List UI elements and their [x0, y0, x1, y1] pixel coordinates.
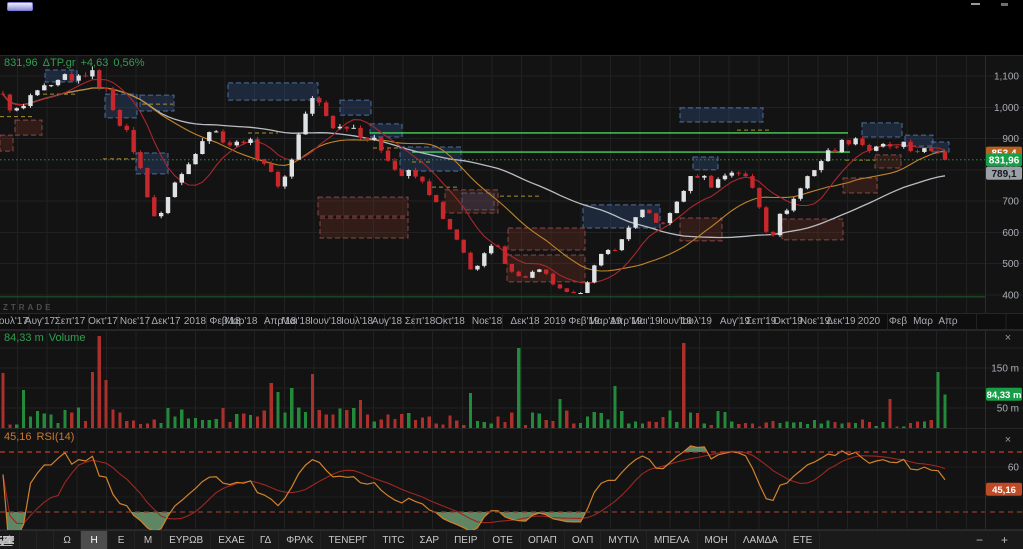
ticker-ΟΤΕ[interactable]: ΟΤΕ: [485, 531, 521, 549]
zoom-out-button[interactable]: −: [967, 533, 992, 547]
ticker-ΜΠΕΛΑ[interactable]: ΜΠΕΛΑ: [647, 531, 698, 549]
volume-axis-tag: 84,33 m: [986, 387, 1022, 401]
ticker-ΟΛΠ[interactable]: ΟΛΠ: [565, 531, 602, 549]
rsi-close-button[interactable]: ×: [1001, 435, 1015, 447]
price-change: +4,63: [80, 57, 109, 69]
volume-tick: 150 m: [991, 364, 1019, 375]
ticker-ΕΤΕ[interactable]: ΕΤΕ: [786, 531, 821, 549]
price-tick: 1,100: [994, 72, 1019, 83]
ticker-ΕΧΑΕ[interactable]: ΕΧΑΕ: [211, 531, 253, 549]
volume-value: 84,33 m: [4, 332, 44, 344]
price-change-pct: 0,56%: [113, 57, 145, 69]
zoom-in-button[interactable]: +: [992, 533, 1017, 547]
volume-chart[interactable]: 150 m 50 m 84,33 m: [0, 330, 1023, 429]
rsi-tick: 60: [1008, 463, 1020, 474]
timeframe-Μ[interactable]: Μ: [135, 531, 163, 549]
minus-icon: −: [975, 533, 983, 547]
ztrade-chart-app: 1,1001,000900800700600500400853,4789,183…: [0, 0, 1023, 549]
price-tick: 700: [1002, 197, 1019, 208]
timeframe-Ε[interactable]: Ε: [108, 531, 136, 549]
ticker-ΜΥΤΙΛ[interactable]: ΜΥΤΙΛ: [601, 531, 647, 549]
watchlist-button[interactable]: [0, 531, 55, 549]
ticker-ΛΑΜΔΑ[interactable]: ΛΑΜΔΑ: [736, 531, 786, 549]
time-axis[interactable]: Ιουλ'17Αυγ'17Σεπ'17Οκτ'17Νοε'17Δεκ'17201…: [0, 313, 1023, 330]
ticker-ΜΟΗ[interactable]: ΜΟΗ: [698, 531, 736, 549]
ticker-ΤΕΝΕΡΓ[interactable]: ΤΕΝΕΡΓ: [321, 531, 376, 549]
timeframe-Η[interactable]: Η: [81, 531, 109, 549]
draw-button[interactable]: [0, 531, 38, 549]
toolbar-left: i ΩΗΕΜΕΥΡΩΒΕΧΑΕΓΔΦΡΛΚΤΕΝΕΡΓΤΙΤCΣΑΡΠΕΙΡΟΤ…: [0, 531, 821, 549]
rsi-legend: 45,16 RSI(14): [4, 431, 79, 443]
ticker-ΟΠΑΠ[interactable]: ΟΠΑΠ: [521, 531, 565, 549]
price-tick: 400: [1002, 290, 1019, 301]
toolbar-right: − +: [0, 531, 1023, 549]
timeframe-Ω[interactable]: Ω: [54, 531, 82, 549]
ticker-ΓΔ[interactable]: ΓΔ: [253, 531, 280, 549]
window-header: [0, 0, 1023, 55]
rsi-label: RSI(14): [36, 431, 75, 443]
volume-legend: 84,33 m Volume: [4, 332, 90, 344]
volume-label: Volume: [48, 332, 86, 344]
window-control-minimize[interactable]: [971, 3, 980, 5]
last-price: 831,96: [4, 57, 38, 69]
ztrade-watermark: ZTRADE: [3, 303, 54, 312]
bottom-toolbar: i ΩΗΕΜΕΥΡΩΒΕΧΑΕΓΔΦΡΛΚΤΕΝΕΡΓΤΙΤCΣΑΡΠΕΙΡΟΤ…: [0, 530, 1023, 549]
rsi-axis-tag: 45,16: [986, 482, 1022, 496]
svg-text:84,33 m: 84,33 m: [987, 390, 1022, 401]
rsi-chart[interactable]: 60 45,16: [0, 429, 1023, 530]
price-chart[interactable]: 1,1001,000900800700600500400853,4789,183…: [0, 55, 1023, 313]
ticker-ΤΙΤC[interactable]: ΤΙΤC: [375, 531, 413, 549]
window-control-menu[interactable]: [1001, 3, 1008, 6]
svg-text:831,96: 831,96: [989, 155, 1020, 166]
ticker-ΕΥΡΩΒ[interactable]: ΕΥΡΩΒ: [162, 531, 212, 549]
ticker-ΠΕΙΡ[interactable]: ΠΕΙΡ: [447, 531, 486, 549]
price-axis-tag: 831,96: [986, 153, 1022, 167]
app-logo-icon[interactable]: [7, 2, 33, 11]
ticker-ΦΡΛΚ[interactable]: ΦΡΛΚ: [279, 531, 322, 549]
volume-close-button[interactable]: ×: [1001, 333, 1015, 345]
rsi-value: 45,16: [4, 431, 32, 443]
price-legend: 831,96 ΔTP.gr +4,63 0,56%: [4, 57, 150, 69]
price-tick: 500: [1002, 259, 1019, 270]
volume-tick: 50 m: [997, 404, 1019, 415]
ticker-ΣΑΡ[interactable]: ΣΑΡ: [413, 531, 448, 549]
bar-chart-icon: [0, 535, 13, 546]
symbol-name: ΔTP.gr: [42, 57, 76, 69]
price-tick: 600: [1002, 228, 1019, 239]
time-label: Απρ: [938, 316, 958, 327]
plus-icon: +: [1000, 533, 1008, 547]
price-tick: 900: [1002, 134, 1019, 145]
svg-text:45,16: 45,16: [992, 485, 1016, 496]
timeframe-and-tickers: Ω Η Ε Μ ΕΥΡΩΒ ΕΧΑΕ ΓΔ ΦΡΛΚ ΤΕΝΕΡΓ ΤΙΤC ΣΑΡ ΠΕΙΡ ΟΤΕ Ο…: [54, 531, 821, 549]
price-tick: 1,000: [994, 103, 1019, 114]
svg-text:789,1: 789,1: [991, 169, 1016, 180]
price-axis-tag: 789,1: [986, 166, 1022, 180]
